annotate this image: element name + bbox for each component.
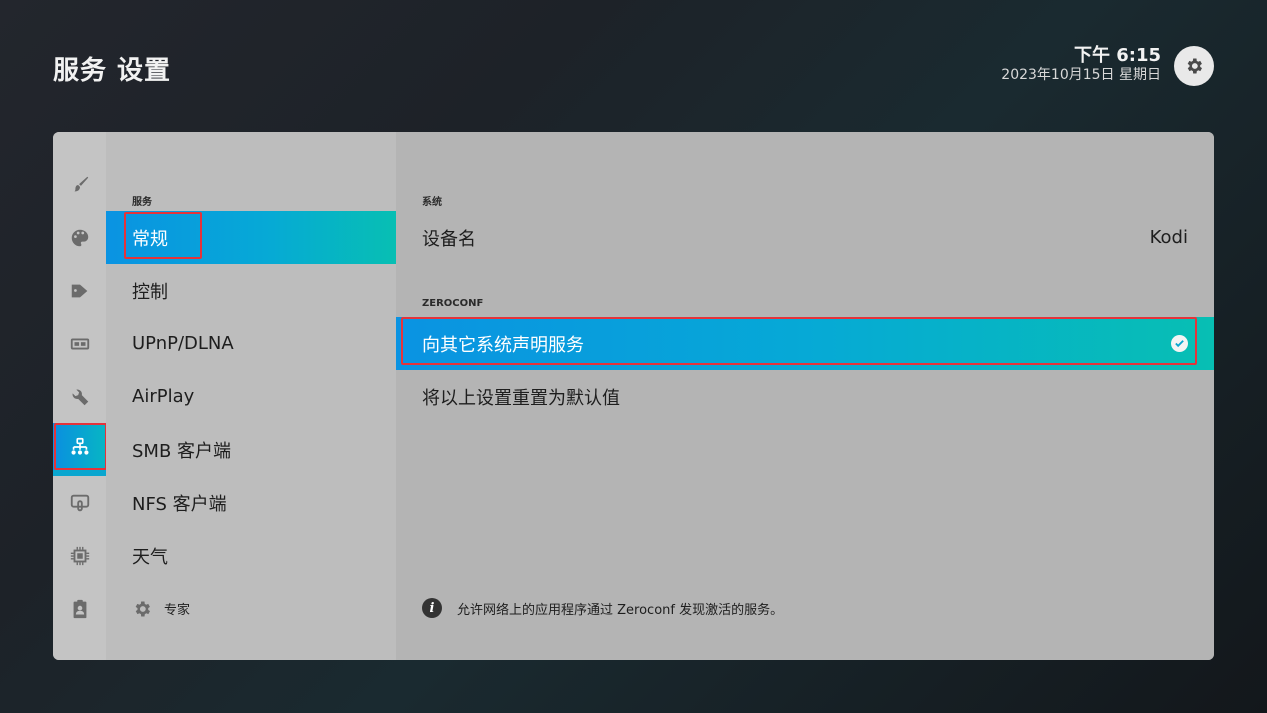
expert-label: 专家	[164, 603, 191, 618]
rail-item-system[interactable]	[53, 370, 106, 423]
nav-item-label: SMB 客户端	[132, 440, 232, 462]
rail-item-services[interactable]	[53, 423, 107, 476]
device-name-setting[interactable]: 设备名 Kodi	[396, 211, 1214, 264]
settings-panel: 服务 常规 控制 UPnP/DLNA AirPlay SMB 客户端 NFS 客…	[53, 132, 1214, 660]
tags-icon	[71, 284, 87, 297]
gear-icon	[1187, 58, 1202, 74]
nav-item-label: NFS 客户端	[132, 493, 227, 515]
info-icon: i	[422, 598, 442, 618]
rail-item-hardware[interactable]	[53, 529, 106, 582]
category-rail	[53, 132, 107, 660]
rail-item-profiles[interactable]	[53, 582, 106, 635]
nav-item-label: 控制	[132, 281, 168, 303]
rail-item-interface[interactable]	[53, 158, 106, 211]
rail-item-input[interactable]	[53, 476, 106, 529]
clock-time: 下午 6:15	[1073, 45, 1161, 66]
wrench-icon	[72, 389, 88, 405]
section-list: 服务 常规 控制 UPnP/DLNA AirPlay SMB 客户端 NFS 客…	[106, 132, 396, 660]
nav-item-control[interactable]: 控制	[106, 264, 396, 317]
nav-section-label: 服务	[132, 197, 152, 208]
brush-icon	[74, 176, 88, 191]
reset-defaults-button[interactable]: 将以上设置重置为默认值	[396, 370, 1214, 423]
nav-item-label: 常规	[132, 228, 168, 250]
settings-button[interactable]	[1174, 46, 1214, 86]
nav-item-nfs[interactable]: NFS 客户端	[106, 476, 396, 529]
expert-level-toggle[interactable]: 专家	[106, 582, 396, 635]
page-title: 服务 设置	[53, 56, 172, 86]
system-section-label: 系统	[422, 197, 442, 208]
rail-item-media[interactable]	[53, 317, 106, 370]
media-icon	[70, 338, 89, 349]
announce-services-setting[interactable]: 向其它系统声明服务	[396, 317, 1214, 370]
nav-item-smb[interactable]: SMB 客户端	[106, 423, 396, 476]
settings-content: 系统 设备名 Kodi ZEROCONF 向其它系统声明服务 将以上设置重置为默…	[396, 132, 1214, 660]
network-icon	[70, 437, 89, 455]
rail-item-skin[interactable]	[53, 211, 106, 264]
announce-services-label: 向其它系统声明服务	[422, 334, 584, 356]
nav-item-general[interactable]: 常规	[106, 211, 396, 264]
reset-defaults-label: 将以上设置重置为默认值	[422, 387, 620, 409]
nav-item-airplay[interactable]: AirPlay	[106, 370, 396, 423]
nav-item-upnp[interactable]: UPnP/DLNA	[106, 317, 396, 370]
nav-item-weather[interactable]: 天气	[106, 529, 396, 582]
gear-icon	[132, 599, 152, 619]
nav-item-label: AirPlay	[132, 386, 195, 407]
chip-icon	[70, 546, 89, 565]
clock-date: 2023年10月15日 星期日	[1001, 67, 1161, 83]
device-name-label: 设备名	[422, 228, 476, 250]
zeroconf-section-label: ZEROCONF	[422, 298, 484, 309]
nav-item-label: UPnP/DLNA	[132, 333, 234, 354]
device-name-value: Kodi	[1149, 227, 1188, 248]
clock: 下午 6:15 2023年10月15日 星期日	[1001, 45, 1161, 83]
remote-icon	[70, 494, 89, 511]
nav-item-label: 天气	[132, 546, 168, 568]
rail-item-library[interactable]	[53, 264, 106, 317]
clipboard-icon	[73, 599, 86, 618]
setting-description: i 允许网络上的应用程序通过 Zeroconf 发现激活的服务。	[422, 598, 783, 618]
description-text: 允许网络上的应用程序通过 Zeroconf 发现激活的服务。	[457, 602, 784, 618]
palette-icon	[71, 229, 88, 246]
